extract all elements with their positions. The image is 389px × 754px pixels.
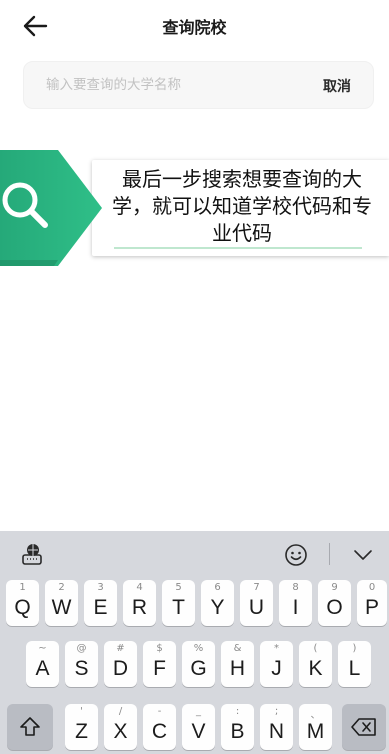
key-g[interactable]: % G	[182, 641, 215, 687]
search-box: 取消	[23, 61, 374, 109]
key-e[interactable]: 3E	[84, 580, 117, 626]
key-l[interactable]: ) L	[338, 641, 371, 687]
key-j[interactable]: * J	[260, 641, 293, 687]
top-bar: 查询院校	[0, 0, 389, 52]
key-z[interactable]: ' Z	[65, 704, 98, 750]
shift-icon	[20, 717, 40, 736]
key-d[interactable]: # D	[104, 641, 137, 687]
keyboard-globe-icon[interactable]	[20, 541, 46, 567]
key-t[interactable]: 5T	[162, 580, 195, 626]
key-p[interactable]: 0P	[357, 580, 387, 626]
key-q[interactable]: 1Q	[6, 580, 39, 626]
key-o[interactable]: 9O	[318, 580, 351, 626]
tip-text: 最后一步搜索想要查询的大学，就可以知道学校代码和专业代码	[112, 167, 372, 245]
key-x[interactable]: / X	[104, 704, 137, 750]
key-r[interactable]: 4R	[123, 580, 156, 626]
key-h[interactable]: & H	[221, 641, 254, 687]
key-m[interactable]: 、 M	[299, 704, 332, 750]
tip-underline	[114, 247, 362, 249]
key-f[interactable]: $ F	[143, 641, 176, 687]
key-b[interactable]: :B	[221, 704, 254, 750]
toolbar-divider	[329, 543, 330, 565]
key-k[interactable]: (K	[299, 641, 332, 687]
key-w[interactable]: 2W	[45, 580, 78, 626]
key-i[interactable]: 8I	[279, 580, 312, 626]
key-v[interactable]: _ V	[182, 704, 215, 750]
page-title: 查询院校	[162, 18, 227, 37]
keyboard: 1Q 2W 3E 4R 5T 6Y 7U 8I 9O 0P ~ A @ S # D $…	[0, 531, 389, 754]
key-n[interactable]: ; N	[260, 704, 293, 750]
keyboard-toolbar	[0, 531, 389, 575]
key-u[interactable]: 7U	[240, 580, 273, 626]
tip-card: 最后一步搜索想要查询的大学，就可以知道学校代码和专业代码	[92, 160, 389, 256]
backspace-icon	[351, 718, 376, 736]
key-c[interactable]: -C	[143, 704, 176, 750]
tip-banner: 最后一步搜索想要查询的大学，就可以知道学校代码和专业代码	[0, 150, 389, 268]
backspace-key[interactable]	[342, 704, 386, 750]
key-y[interactable]: 6Y	[201, 580, 234, 626]
search-input[interactable]	[24, 62, 304, 108]
shift-key[interactable]	[7, 704, 53, 750]
cancel-button[interactable]: 取消	[323, 76, 351, 96]
tip-badge	[0, 150, 102, 266]
chevron-down-icon[interactable]	[350, 543, 376, 567]
emoji-icon[interactable]	[283, 542, 309, 568]
key-a[interactable]: ~ A	[26, 641, 59, 687]
key-s[interactable]: @ S	[65, 641, 98, 687]
